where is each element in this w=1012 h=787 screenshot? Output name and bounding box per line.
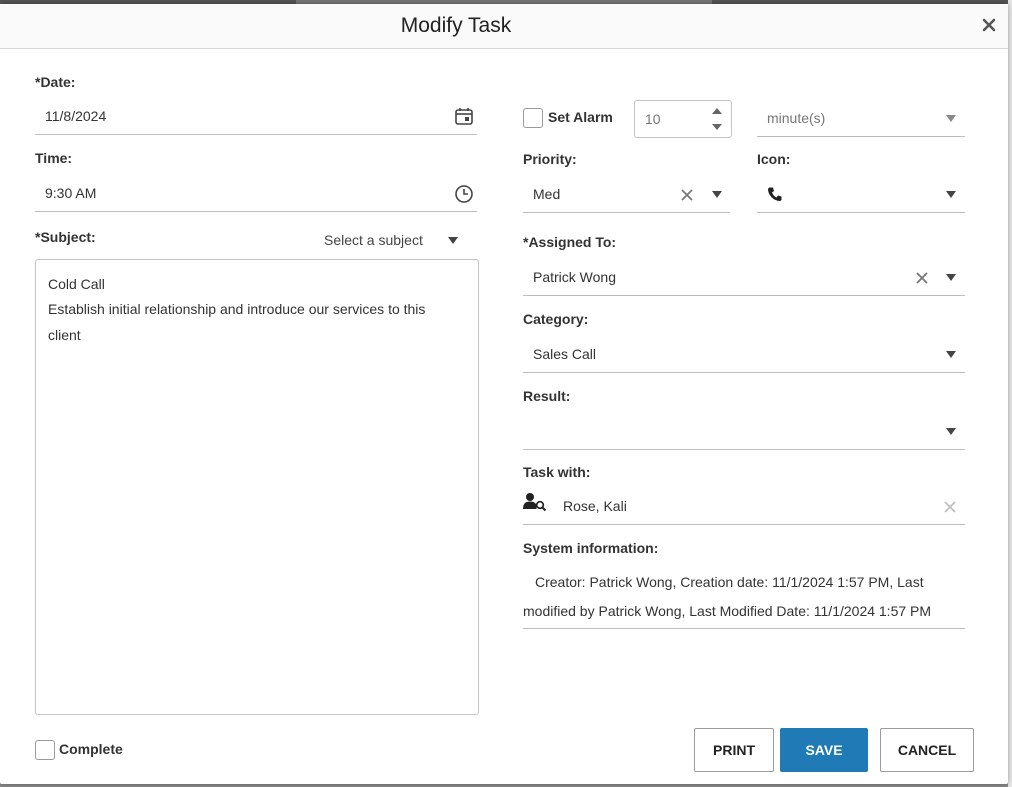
- complete-label: Complete: [59, 741, 123, 757]
- dialog-header: Modify Task: [0, 4, 1008, 49]
- alarm-unit-select[interactable]: minute(s): [757, 100, 965, 137]
- task-with-field[interactable]: Rose, Kali: [523, 488, 965, 525]
- stepper-arrows-icon[interactable]: [710, 106, 724, 132]
- time-value: 9:30 AM: [45, 185, 97, 201]
- priority-value: Med: [533, 186, 561, 202]
- subject-textarea[interactable]: Cold Call Establish initial relationship…: [35, 259, 479, 715]
- clear-icon[interactable]: [915, 271, 929, 285]
- background-page-edge: [1008, 0, 1012, 787]
- subject-label: *Subject:: [35, 229, 96, 245]
- subject-line: Cold Call: [48, 276, 105, 292]
- chevron-down-icon: [448, 237, 458, 244]
- system-info-label: System information:: [523, 540, 659, 556]
- date-value: 11/8/2024: [45, 108, 107, 124]
- alarm-amount-stepper[interactable]: 10: [634, 100, 732, 138]
- chevron-down-icon: [946, 351, 956, 358]
- result-label: Result:: [523, 388, 571, 404]
- system-info-line: modified by Patrick Wong, Last Modified …: [523, 603, 932, 619]
- task-with-value: Rose, Kali: [563, 498, 627, 514]
- subject-select[interactable]: Select a subject: [324, 232, 464, 252]
- clear-icon[interactable]: [680, 188, 694, 202]
- date-label: *Date:: [35, 74, 76, 90]
- chevron-down-icon[interactable]: [712, 191, 722, 198]
- assigned-to-label: *Assigned To:: [523, 234, 617, 250]
- assigned-to-select[interactable]: Patrick Wong: [523, 259, 965, 296]
- category-select[interactable]: Sales Call: [523, 336, 965, 373]
- alarm-unit-value: minute(s): [767, 110, 826, 126]
- modify-task-dialog: Modify Task *Date: 11/8/2024 Time: 9:30 …: [0, 4, 1008, 784]
- priority-label: Priority:: [523, 151, 577, 167]
- set-alarm-checkbox[interactable]: [523, 108, 543, 128]
- save-button[interactable]: SAVE: [780, 728, 868, 772]
- alarm-amount-value: 10: [645, 111, 661, 127]
- result-select[interactable]: [523, 413, 965, 450]
- system-info-box: Creator: Patrick Wong, Creation date: 11…: [523, 566, 965, 629]
- calendar-icon[interactable]: [454, 106, 474, 126]
- task-with-label: Task with:: [523, 464, 591, 480]
- category-label: Category:: [523, 311, 589, 327]
- cancel-button[interactable]: CANCEL: [880, 728, 974, 772]
- time-label: Time:: [35, 150, 73, 166]
- assigned-to-value: Patrick Wong: [533, 269, 616, 285]
- chevron-down-icon: [946, 428, 956, 435]
- subject-line: Establish initial relationship and intro…: [48, 301, 426, 317]
- category-value: Sales Call: [533, 346, 597, 362]
- print-button[interactable]: PRINT: [694, 728, 774, 772]
- chevron-down-icon: [946, 191, 956, 198]
- contact-search-icon[interactable]: [523, 492, 547, 512]
- subject-line: client: [48, 327, 81, 343]
- subject-select-placeholder: Select a subject: [324, 232, 423, 248]
- complete-checkbox[interactable]: [35, 740, 55, 760]
- clear-icon[interactable]: [943, 500, 957, 514]
- phone-icon: [768, 187, 782, 201]
- icon-select[interactable]: [757, 176, 965, 213]
- system-info-line: Creator: Patrick Wong, Creation date: 11…: [535, 574, 924, 590]
- clock-icon[interactable]: [454, 184, 474, 204]
- date-field[interactable]: 11/8/2024: [35, 98, 477, 135]
- set-alarm-label: Set Alarm: [548, 109, 613, 125]
- chevron-down-icon: [946, 115, 956, 122]
- icon-label: Icon:: [757, 151, 791, 167]
- dialog-title: Modify Task: [400, 14, 512, 37]
- close-icon[interactable]: [980, 16, 998, 34]
- time-field[interactable]: 9:30 AM: [35, 175, 477, 212]
- chevron-down-icon[interactable]: [946, 274, 956, 281]
- priority-select[interactable]: Med: [523, 176, 730, 213]
